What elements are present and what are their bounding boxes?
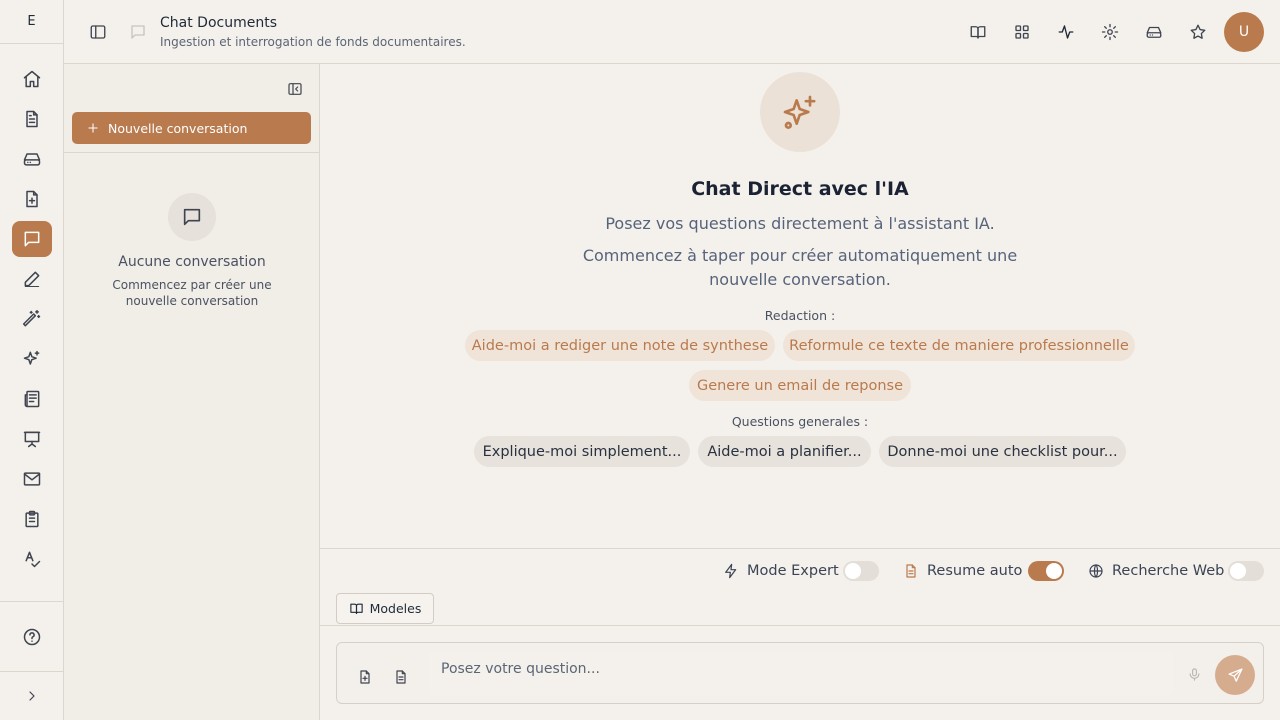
attach-file-icon[interactable] [357, 669, 375, 687]
suggestion-chip[interactable]: Aide-moi a planifier... [698, 436, 871, 467]
drive-icon[interactable] [12, 141, 52, 177]
brand-logo[interactable]: E [0, 0, 63, 44]
chat-icon [124, 18, 152, 46]
suggestion-chip[interactable]: Explique-moi simplement... [474, 436, 690, 467]
help-icon[interactable] [12, 619, 52, 655]
chevron-right-icon[interactable] [12, 678, 52, 714]
book-open-icon[interactable] [964, 18, 992, 46]
chat-icon[interactable] [12, 221, 52, 257]
activity-icon[interactable] [1052, 18, 1080, 46]
star-icon[interactable] [1184, 18, 1212, 46]
welcome-title: Chat Direct avec l'IA [691, 178, 909, 200]
question-input[interactable] [429, 651, 1173, 687]
top-header: Chat Documents Ingestion et interrogatio… [64, 0, 1280, 64]
clipboard-icon[interactable] [12, 501, 52, 537]
left-rail: E [0, 0, 64, 720]
welcome-hint: Commencez à taper pour créer automatique… [582, 246, 1018, 289]
avatar[interactable]: U [1224, 12, 1264, 52]
microphone-icon[interactable] [1187, 667, 1203, 683]
expert-mode-switch[interactable] [843, 561, 879, 581]
magic-wand-icon[interactable] [12, 301, 52, 337]
settings-icon[interactable] [1096, 18, 1124, 46]
category-label: Questions generales : [731, 414, 869, 429]
auto-summary-label: Resume auto [927, 563, 1023, 579]
conversation-panel: Nouvelle conversation Aucune conversatio… [64, 64, 320, 720]
page-subtitle: Ingestion et interrogation de fonds docu… [160, 35, 466, 49]
document-icon[interactable] [393, 669, 411, 687]
collapse-panel-icon[interactable] [284, 78, 306, 100]
auto-summary-switch[interactable] [1028, 561, 1064, 581]
options-bar: Mode Expert Resume auto Recherche Web Mo… [320, 548, 1280, 626]
page-title: Chat Documents [160, 15, 277, 31]
auto-summary-toggle[interactable]: Resume auto [903, 559, 1022, 583]
globe-icon [1089, 564, 1103, 578]
expert-mode-label: Mode Expert [747, 563, 839, 579]
question-input-wrapper [429, 651, 1173, 695]
category-label: Redaction : [764, 308, 836, 323]
web-search-label: Recherche Web [1112, 563, 1225, 579]
sidebar-toggle-icon[interactable] [84, 18, 112, 46]
panel-divider [64, 152, 319, 153]
sparkles-icon [760, 72, 840, 152]
new-conversation-button[interactable]: Nouvelle conversation [72, 112, 311, 144]
chat-welcome: Chat Direct avec l'IA Posez vos question… [320, 64, 1280, 549]
empty-state-subtitle: Commencez par créer une nouvelle convers… [112, 278, 272, 308]
rail-divider [0, 601, 63, 602]
send-button[interactable] [1215, 655, 1255, 695]
send-icon [1227, 667, 1243, 682]
welcome-lead: Posez vos questions directement à l'assi… [605, 214, 995, 233]
expert-mode-toggle[interactable]: Mode Expert [723, 559, 839, 583]
new-conversation-label: Nouvelle conversation [108, 120, 248, 136]
document-icon[interactable] [12, 101, 52, 137]
web-search-toggle[interactable]: Recherche Web [1088, 559, 1224, 583]
chat-icon [168, 193, 216, 241]
web-search-switch[interactable] [1228, 561, 1264, 581]
spell-check-icon[interactable] [12, 541, 52, 577]
document-icon [906, 564, 916, 578]
home-icon[interactable] [12, 61, 52, 97]
lightning-icon [725, 563, 737, 579]
drive-icon[interactable] [1140, 18, 1168, 46]
mail-icon[interactable] [12, 461, 52, 497]
suggestion-chip[interactable]: Aide-moi a rediger une note de synthese [465, 330, 775, 361]
book-open-icon [349, 603, 363, 615]
message-composer [336, 642, 1264, 704]
pen-icon[interactable] [12, 261, 52, 297]
grid-icon[interactable] [1008, 18, 1036, 46]
suggestion-chip[interactable]: Genere un email de reponse [689, 370, 911, 401]
file-plus-icon[interactable] [12, 181, 52, 217]
sparkles-icon[interactable] [12, 341, 52, 377]
models-button[interactable]: Modeles [336, 593, 434, 624]
presentation-icon[interactable] [12, 421, 52, 457]
empty-state-title: Aucune conversation [118, 254, 266, 270]
suggestion-chip[interactable]: Donne-moi une checklist pour... [879, 436, 1126, 467]
suggestion-chip[interactable]: Reformule ce texte de maniere profession… [783, 330, 1135, 361]
rail-divider [0, 671, 63, 672]
plus-icon [88, 123, 98, 133]
models-label: Modeles [369, 601, 422, 616]
newspaper-icon[interactable] [12, 381, 52, 417]
